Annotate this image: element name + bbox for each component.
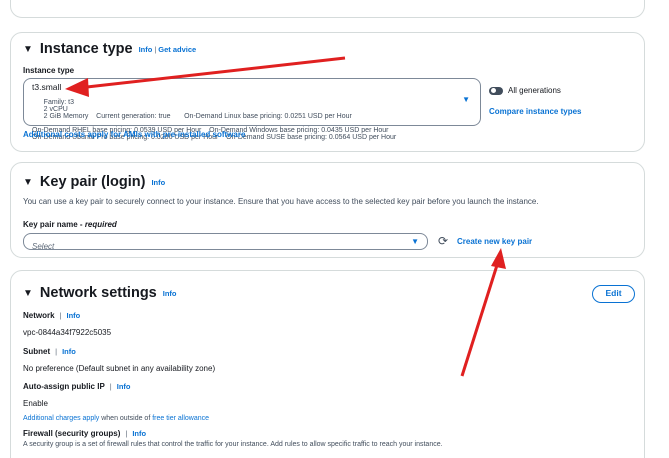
get-advice-link[interactable]: Get advice bbox=[158, 45, 196, 54]
network-title: Network settings bbox=[39, 285, 157, 301]
info-link[interactable]: Info bbox=[132, 429, 146, 438]
key-pair-name-label: Key pair name - required bbox=[23, 220, 117, 229]
public-ip-label: Auto-assign public IP bbox=[23, 382, 105, 391]
edit-button[interactable]: Edit bbox=[592, 285, 635, 303]
firewall-label-row: Firewall (security groups) | Info bbox=[23, 429, 147, 438]
caret-down-icon[interactable]: ▼ bbox=[23, 177, 33, 188]
caret-down-icon[interactable]: ▼ bbox=[23, 288, 33, 299]
instance-details-line1: Family: t3 2 vCPU 2 GiB Memory Current g… bbox=[32, 92, 472, 127]
create-key-pair-link[interactable]: Create new key pair bbox=[457, 237, 532, 246]
instance-type-heading: ▼ Instance type Info | Get advice bbox=[23, 41, 196, 57]
previous-panel bbox=[10, 0, 645, 18]
instance-type-select[interactable]: t3.small Family: t3 2 vCPU 2 GiB Memory … bbox=[23, 78, 481, 141]
key-pair-heading: ▼ Key pair (login) Info bbox=[23, 174, 165, 190]
network-label-row: Network | Info bbox=[23, 311, 81, 320]
info-link[interactable]: Info bbox=[62, 347, 76, 356]
select-placeholder: Select bbox=[32, 242, 55, 251]
subnet-label: Subnet bbox=[23, 347, 51, 356]
free-tier-link[interactable]: free tier allowance bbox=[152, 415, 209, 422]
subnet-label-row: Subnet | Info bbox=[23, 347, 76, 356]
info-link[interactable]: Info bbox=[117, 382, 131, 391]
key-pair-name-text: Key pair name - bbox=[23, 220, 85, 229]
subnet-value: No preference (Default subnet in any ava… bbox=[23, 364, 216, 373]
required-text: required bbox=[84, 220, 117, 229]
info-link[interactable]: Info bbox=[139, 45, 153, 54]
network-value: vpc-0844a34f7922c5035 bbox=[23, 328, 112, 337]
info-link[interactable]: Info bbox=[151, 178, 165, 187]
refresh-icon[interactable]: ⟳ bbox=[438, 234, 448, 248]
compare-instance-types-link[interactable]: Compare instance types bbox=[489, 107, 581, 116]
network-heading: ▼ Network settings Info bbox=[23, 285, 177, 301]
vcpu-text: 2 vCPU bbox=[43, 106, 68, 113]
key-pair-description: You can use a key pair to securely conne… bbox=[23, 197, 539, 206]
instance-type-panel: ▼ Instance type Info | Get advice Instan… bbox=[10, 32, 645, 152]
key-pair-title: Key pair (login) bbox=[39, 174, 146, 190]
firewall-description: A security group is a set of firewall ru… bbox=[23, 441, 443, 448]
public-ip-label-row: Auto-assign public IP | Info bbox=[23, 382, 131, 391]
selected-instance: t3.small bbox=[32, 82, 62, 92]
public-ip-value: Enable bbox=[23, 399, 48, 408]
additional-charges-link[interactable]: Additional charges apply bbox=[23, 415, 99, 422]
instance-type-title: Instance type bbox=[39, 41, 133, 57]
all-generations-toggle-row[interactable]: All generations bbox=[489, 86, 561, 95]
key-pair-select[interactable]: Select ▼ bbox=[23, 233, 428, 251]
all-generations-label: All generations bbox=[508, 86, 561, 95]
caret-down-icon[interactable]: ▼ bbox=[23, 44, 33, 55]
family-text: Family: t3 bbox=[43, 99, 75, 106]
memory-text: 2 GiB Memory Current generation: true On… bbox=[43, 113, 352, 120]
divider: | bbox=[154, 44, 157, 54]
info-link[interactable]: Info bbox=[67, 311, 81, 320]
charges-note: Additional charges apply when outside of… bbox=[23, 415, 209, 422]
dropdown-icon[interactable]: ▼ bbox=[411, 237, 419, 246]
toggle-icon[interactable] bbox=[489, 86, 503, 95]
key-pair-panel: ▼ Key pair (login) Info You can use a ke… bbox=[10, 162, 645, 258]
instance-type-label: Instance type bbox=[23, 66, 75, 75]
info-link[interactable]: Info bbox=[163, 289, 177, 298]
network-settings-panel: ▼ Network settings Info Edit Network | Inf… bbox=[10, 270, 645, 458]
dropdown-icon[interactable]: ▼ bbox=[462, 95, 470, 104]
firewall-label: Firewall (security groups) bbox=[23, 429, 121, 438]
additional-costs-link[interactable]: Additional costs apply for AMIs with pre… bbox=[23, 130, 245, 139]
charges-mid-text: when outside of bbox=[99, 415, 153, 422]
network-label: Network bbox=[23, 311, 55, 320]
